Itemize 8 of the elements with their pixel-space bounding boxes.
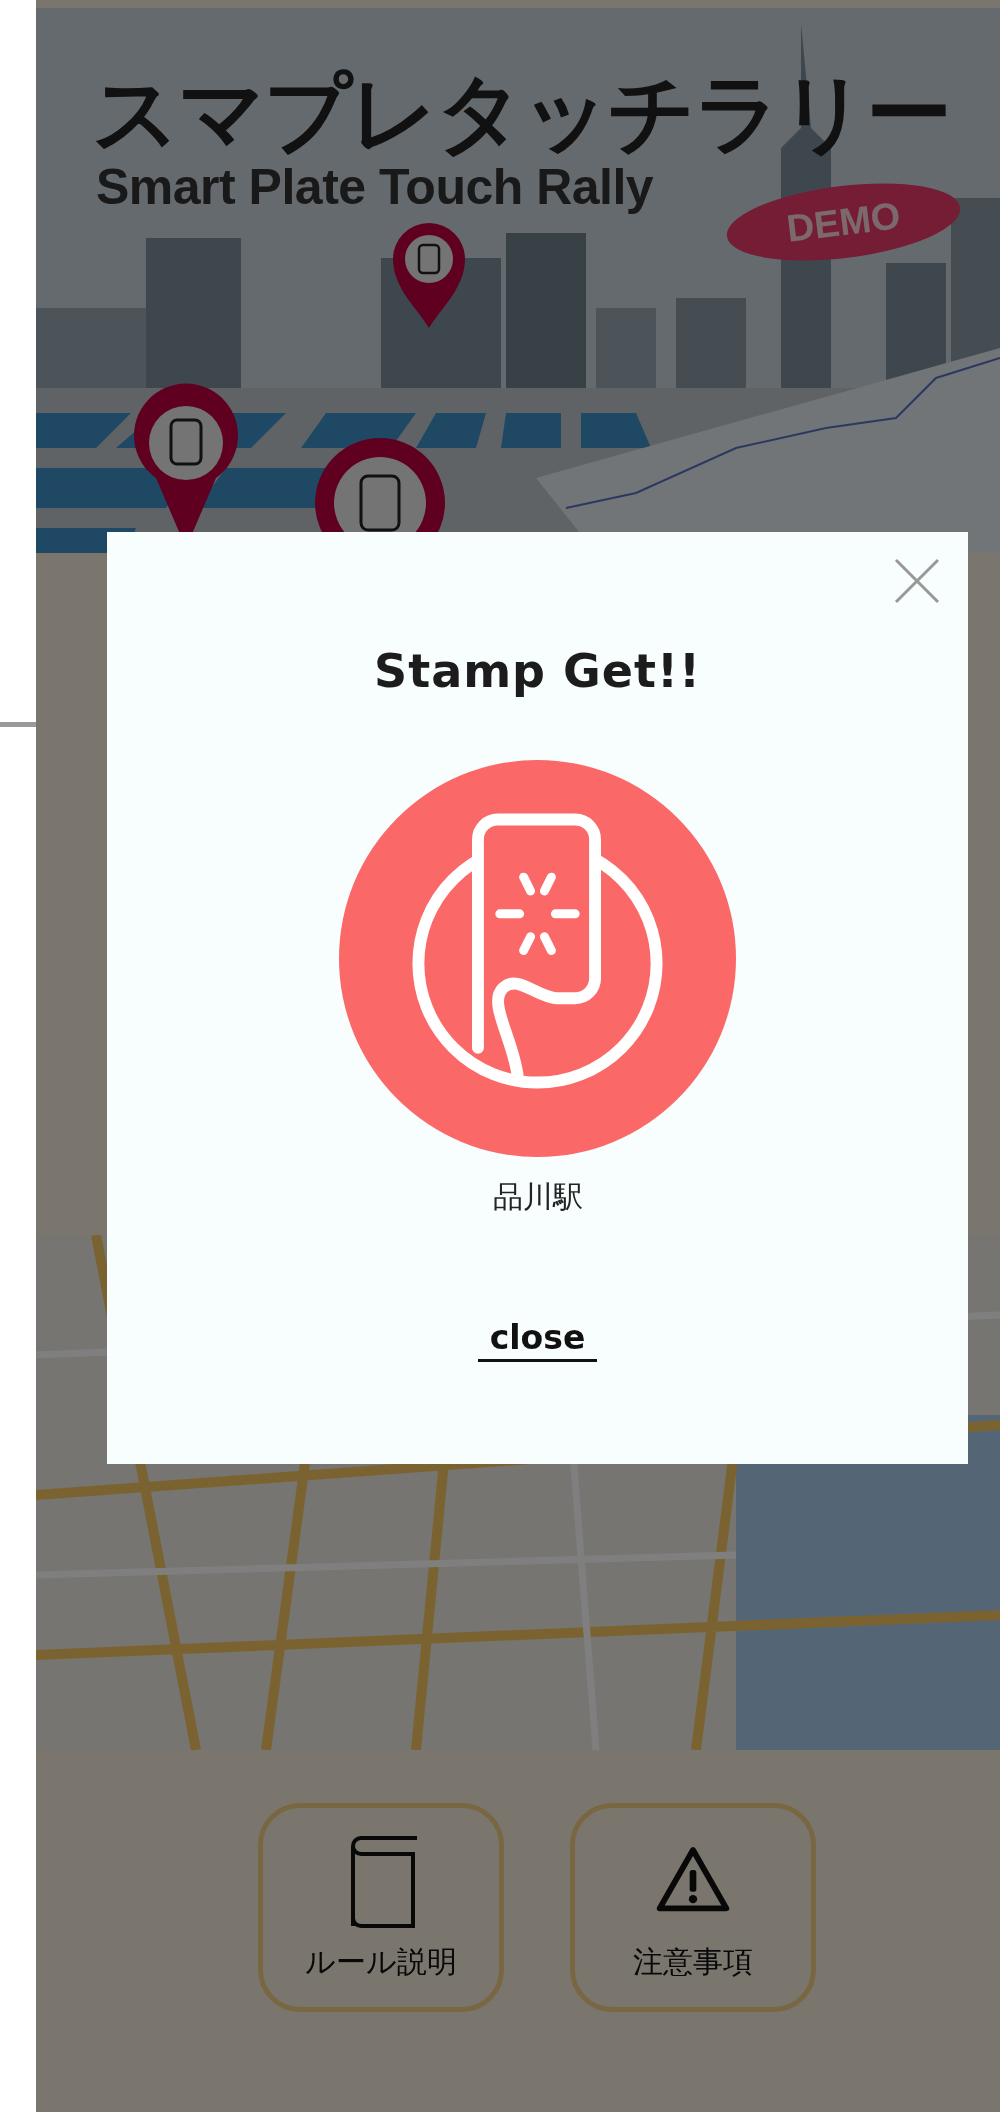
stamp-icon [339,760,736,1157]
notes-button[interactable]: 注意事項 [570,1803,816,2012]
close-link[interactable]: close [477,1318,598,1362]
dialog-title: Stamp Get!! [374,644,701,698]
close-icon[interactable] [894,558,940,604]
map-pin-icon [393,223,465,328]
station-name: 品川駅 [492,1178,583,1216]
rules-button[interactable]: ルール説明 [258,1803,504,2012]
